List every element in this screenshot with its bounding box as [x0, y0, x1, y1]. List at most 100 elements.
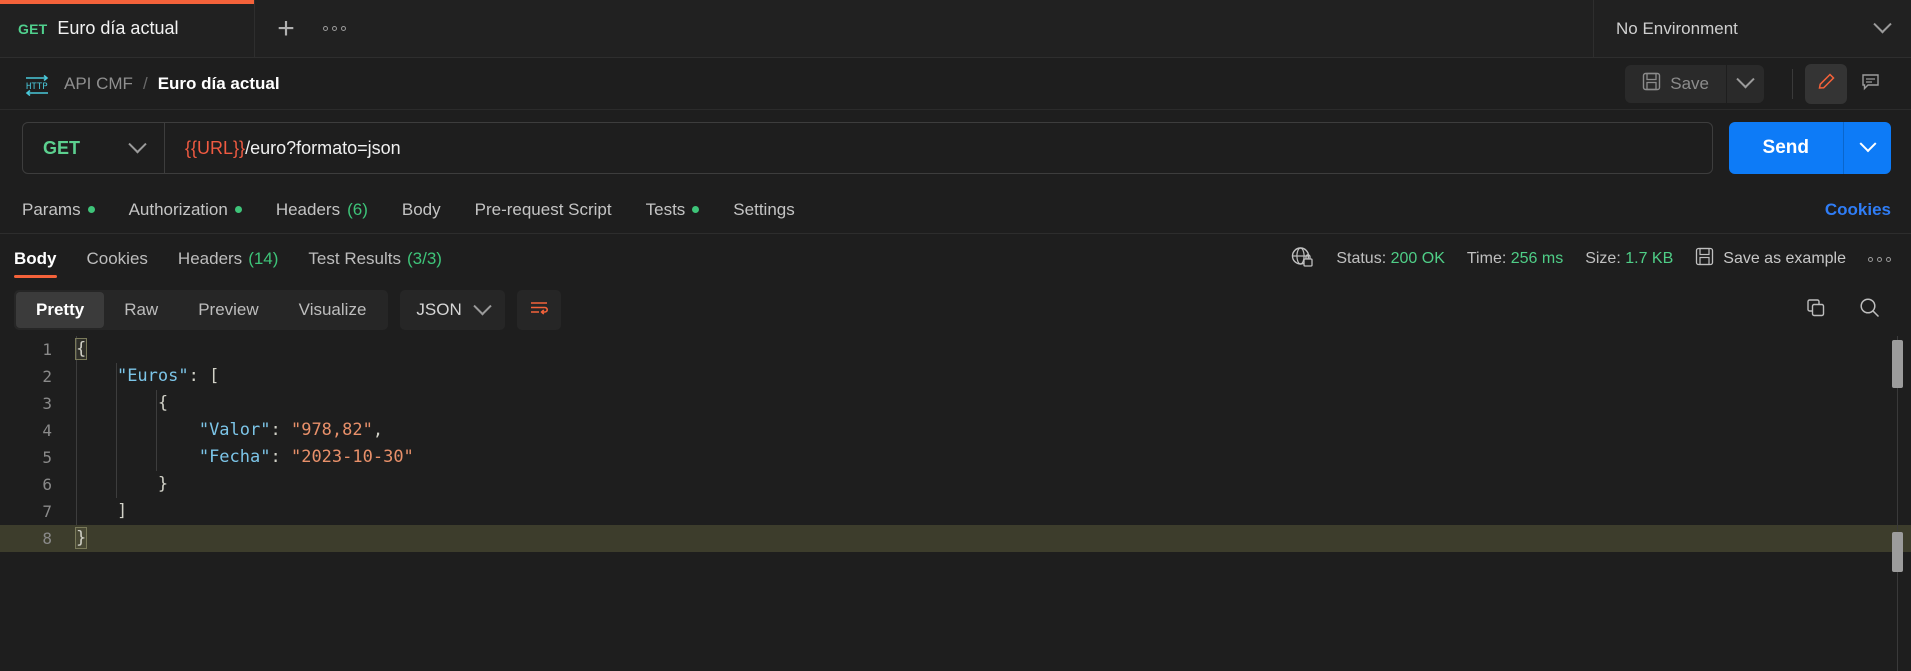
url-input[interactable]: {{URL}}/euro?formato=json [165, 123, 1712, 173]
code-token-str: "978,82" [290, 420, 373, 440]
request-tab-label: Headers [275, 199, 341, 219]
http-method-selector[interactable]: GET [23, 123, 165, 173]
view-mode-pretty[interactable]: Pretty [16, 292, 105, 328]
code-token-str: "2023-10-30" [290, 447, 414, 467]
code-token-punc: : [270, 447, 291, 467]
response-tab-body[interactable]: Body [14, 234, 57, 284]
response-body-viewer[interactable]: 1{2 "Euros": [3 {4 "Valor": "978,82", 5 "… [0, 336, 1911, 671]
edit-mode-button[interactable] [1805, 63, 1847, 104]
search-icon [1858, 296, 1882, 325]
environment-selector[interactable]: No Environment [1593, 0, 1911, 57]
request-tab-label: Params [22, 199, 81, 219]
code-line-text: "Valor": "978,82", [66, 417, 1911, 444]
request-tab-settings[interactable]: Settings [733, 200, 794, 220]
save-options-button[interactable] [1726, 64, 1764, 103]
code-line-text: } [66, 525, 1911, 552]
code-token-key: "Valor" [198, 420, 271, 440]
new-tab-button[interactable]: + [265, 8, 307, 50]
line-number: 4 [42, 421, 52, 440]
response-scrollbar-thumb[interactable] [1892, 340, 1903, 388]
code-line[interactable]: 1{ [0, 336, 1911, 363]
request-tab-label: Authorization [128, 199, 228, 219]
line-number: 8 [42, 529, 52, 548]
response-more-options-button[interactable] [1868, 256, 1891, 262]
request-tab-label: Pre-request Script [474, 199, 612, 219]
globe-lock-icon[interactable] [1290, 245, 1314, 274]
code-token-punc: { [157, 393, 169, 413]
response-tab-headers[interactable]: Headers (14) [178, 234, 279, 284]
response-scrollbar-secondary-thumb[interactable] [1892, 532, 1903, 572]
code-line-text: "Fecha": "2023-10-30" [66, 444, 1911, 471]
postman-window: GET Euro día actual + No Environment HTT… [0, 0, 1911, 671]
view-mode-preview[interactable]: Preview [178, 292, 278, 328]
status-label: Status: [1336, 250, 1387, 267]
response-format-selector[interactable]: JSON [400, 290, 505, 330]
floppy-disk-icon [1695, 247, 1714, 271]
code-line[interactable]: 3 { [0, 390, 1911, 417]
request-tab-params[interactable]: Params [22, 200, 95, 220]
breadcrumb-bar: HTTP API CMF / Euro día actual Save [0, 58, 1911, 110]
code-token-punc: : [ [188, 366, 220, 386]
request-tab-authorization[interactable]: Authorization [129, 200, 242, 220]
search-response-button[interactable] [1849, 289, 1891, 331]
size-value: 1.7 KB [1625, 250, 1674, 267]
modified-dot-icon [87, 206, 95, 213]
chevron-down-icon [473, 296, 492, 315]
chevron-down-icon [1859, 135, 1876, 153]
response-header: Body Cookies Headers (14) Test Results (… [0, 234, 1911, 284]
word-wrap-button[interactable] [516, 290, 561, 330]
save-button-label: Save [1670, 73, 1709, 93]
breadcrumb-parent[interactable]: API CMF [64, 74, 133, 94]
code-line-text: { [66, 390, 1911, 417]
url-path: /euro?formato=json [245, 137, 401, 158]
request-tab-label: Settings [733, 199, 795, 219]
request-tab-tests[interactable]: Tests [646, 200, 700, 220]
code-line[interactable]: 2 "Euros": [ [0, 363, 1911, 390]
tab-method-label: GET [18, 20, 48, 37]
response-meta: Status: 200 OK Time: 256 ms Size: 1.7 KB [1290, 245, 1891, 274]
response-format-label: JSON [416, 300, 462, 319]
code-line[interactable]: 6 } [0, 471, 1911, 498]
code-token-key: "Fecha" [198, 447, 271, 467]
code-token-punc: , [372, 420, 384, 440]
request-tab-headers[interactable]: Headers (6) [276, 200, 368, 220]
comment-button[interactable] [1849, 64, 1891, 104]
response-tab-cookies[interactable]: Cookies [87, 234, 148, 284]
request-tab-euro-dia-actual[interactable]: GET Euro día actual [0, 0, 255, 57]
tab-strip: GET Euro día actual + No Environment [0, 0, 1911, 58]
url-variable: {{URL}} [185, 137, 246, 158]
word-wrap-icon [528, 297, 550, 324]
response-tab-test-results[interactable]: Test Results (3/3) [308, 234, 442, 284]
line-number: 3 [42, 394, 52, 413]
plus-icon: + [277, 11, 295, 45]
response-view-toolbar: Pretty Raw Preview Visualize JSON [0, 284, 1911, 336]
save-button[interactable]: Save [1625, 64, 1726, 103]
tab-more-options-button[interactable] [313, 8, 355, 50]
floppy-disk-icon [1642, 72, 1661, 96]
line-number: 5 [42, 448, 52, 467]
copy-response-button[interactable] [1795, 289, 1837, 331]
code-token-punc-box: { [74, 338, 88, 360]
save-as-example-button[interactable]: Save as example [1695, 247, 1846, 271]
code-line[interactable]: 4 "Valor": "978,82", [0, 417, 1911, 444]
code-line[interactable]: 8} [0, 525, 1911, 552]
code-line-list: 1{2 "Euros": [3 {4 "Valor": "978,82", 5 "… [0, 336, 1911, 552]
code-token-punc: : [270, 420, 291, 440]
request-tab-body[interactable]: Body [402, 200, 441, 220]
chevron-down-icon [128, 134, 147, 153]
send-button[interactable]: Send [1728, 122, 1843, 174]
code-token-key: "Euros" [116, 366, 189, 386]
toolbar-divider [1792, 68, 1793, 99]
cookies-link[interactable]: Cookies [1825, 200, 1891, 220]
request-tab-pre-request-script[interactable]: Pre-request Script [475, 200, 612, 220]
response-view-mode-group: Pretty Raw Preview Visualize [14, 290, 389, 330]
code-line[interactable]: 7 ] [0, 498, 1911, 525]
send-options-button[interactable] [1843, 122, 1891, 174]
code-line[interactable]: 5 "Fecha": "2023-10-30" [0, 444, 1911, 471]
view-mode-raw[interactable]: Raw [104, 292, 178, 328]
view-mode-visualize[interactable]: Visualize [279, 292, 387, 328]
size-label: Size: [1585, 250, 1621, 267]
line-number: 7 [42, 502, 52, 521]
